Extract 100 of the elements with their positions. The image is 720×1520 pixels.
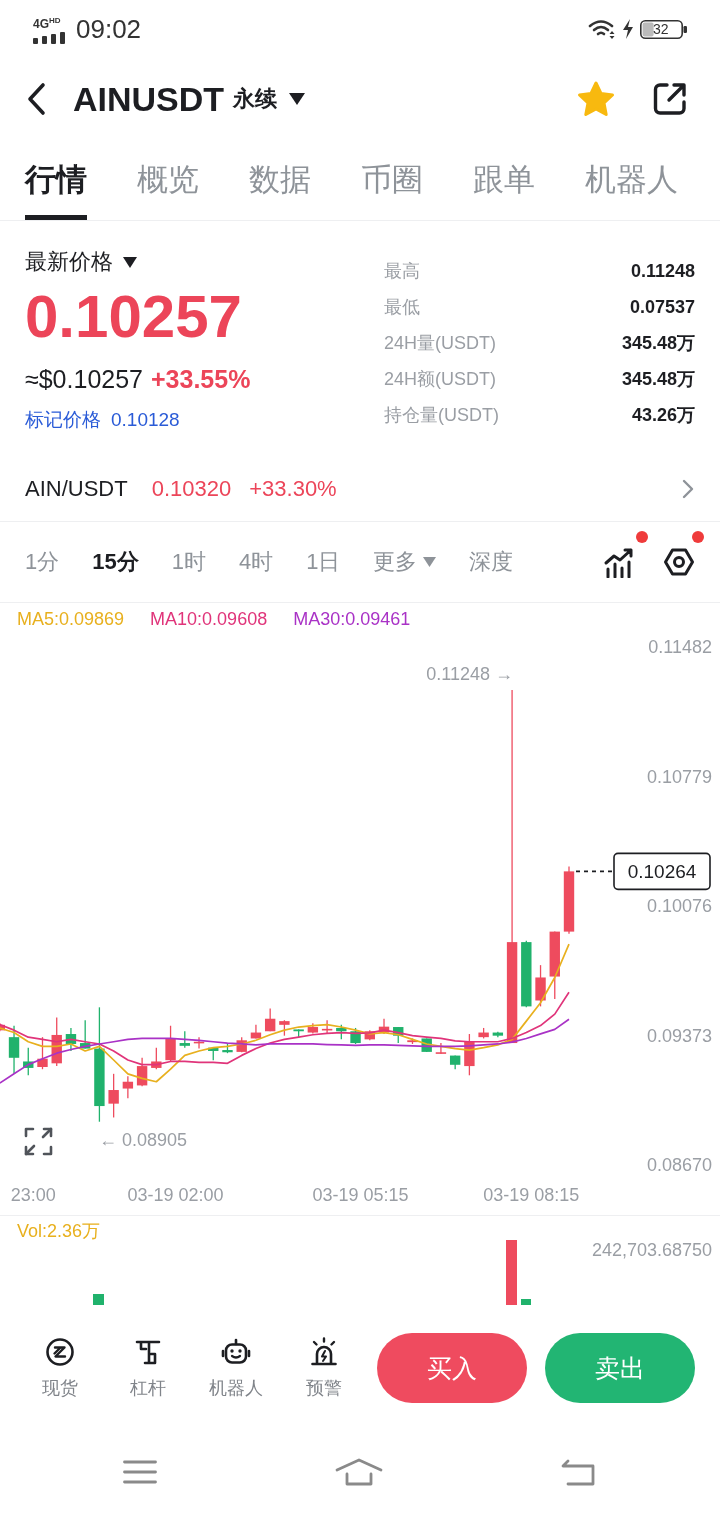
candle (563, 865, 575, 935)
settings-icon[interactable] (663, 546, 695, 578)
time-axis-label: 03-19 02:00 (127, 1185, 224, 1205)
shortcut-label[interactable]: 预警 (306, 1377, 342, 1399)
chevron-right-icon[interactable] (682, 478, 694, 499)
spot-change: +33.30% (249, 475, 337, 502)
tab[interactable]: 数据 (249, 140, 311, 220)
candle (307, 1022, 319, 1035)
candle (165, 1025, 176, 1063)
candle (279, 1019, 290, 1037)
interval-tab[interactable]: 1分 (25, 548, 60, 576)
symbol-title[interactable]: AINUSDT (73, 79, 225, 119)
candle (321, 1019, 333, 1035)
candle (65, 1027, 77, 1052)
stat-value: 345.48万 (621, 368, 695, 391)
battery-percent: 32 (653, 20, 669, 38)
shortcut-label[interactable]: 机器人 (209, 1377, 263, 1399)
alarm-light-icon[interactable] (309, 1337, 339, 1367)
expand-icon[interactable] (24, 1127, 53, 1156)
tab[interactable]: 跟单 (473, 140, 535, 220)
moving-average-legend: MA30:0.09461 (293, 609, 411, 630)
interval-tab[interactable]: 15分 (92, 548, 139, 576)
contract-type-label[interactable]: 永续 (233, 85, 278, 113)
price-axis-label: 0.10779 (646, 766, 712, 787)
mark-price-label: 标记价格 (25, 408, 101, 432)
pair-name[interactable]: AIN/USDT (25, 475, 128, 502)
interval-tab[interactable]: 1日 (306, 548, 341, 576)
candle (108, 1073, 119, 1119)
caret-icon[interactable] (123, 256, 137, 268)
tab[interactable]: 概览 (137, 140, 199, 220)
candle (236, 1036, 247, 1053)
tab[interactable]: 机器人 (585, 140, 678, 220)
price-axis-label: 0.09373 (646, 1025, 712, 1046)
candle (364, 1029, 375, 1041)
clock-time: 09:02 (76, 14, 142, 44)
usd-price: ≈$0.10257 (25, 364, 143, 395)
candle (37, 1036, 48, 1070)
star-icon[interactable] (576, 79, 616, 119)
back-nav-icon[interactable] (560, 1458, 596, 1486)
moving-average-legend: MA10:0.09608 (150, 609, 268, 630)
candle (264, 1007, 276, 1032)
candle (8, 1025, 20, 1075)
volume-label: Vol:2.36万 (17, 1221, 101, 1241)
price-axis-label: 0.11482 (648, 637, 712, 657)
back-icon[interactable] (25, 82, 47, 116)
candle (478, 1027, 489, 1040)
candle (193, 1036, 205, 1050)
candle (378, 1018, 390, 1035)
candle (449, 1054, 461, 1070)
network-label: 4G$^{HD}$ (33, 15, 61, 31)
charging-icon (622, 19, 634, 39)
candle (80, 1019, 91, 1050)
candle (293, 1028, 304, 1038)
price-change: +33.55% (151, 364, 251, 395)
stat-value: 43.26万 (631, 404, 695, 427)
price-leader-line (575, 870, 614, 873)
indicator-chart-icon[interactable] (603, 546, 635, 578)
volume-bar (521, 1299, 531, 1305)
caret-icon[interactable] (289, 93, 306, 105)
interval-tab[interactable]: 深度 (469, 548, 514, 576)
buy-button[interactable]: 买入 (377, 1333, 527, 1403)
share-icon[interactable] (652, 81, 688, 117)
candle (336, 1024, 347, 1040)
volume-bar (506, 1240, 517, 1305)
interval-tab[interactable]: 更多 (373, 548, 437, 576)
spot-price: 0.10320 (151, 475, 232, 502)
spot-icon[interactable] (45, 1337, 75, 1367)
volume-bar (93, 1294, 104, 1305)
menu-icon[interactable] (123, 1460, 157, 1484)
high-price-marker: 0.11248 → (426, 664, 513, 684)
interval-tab[interactable]: 1时 (171, 548, 206, 576)
shortcut-label[interactable]: 杠杆 (130, 1377, 166, 1399)
candle (350, 1027, 361, 1045)
signal-icon (33, 32, 67, 44)
candle (151, 1047, 162, 1070)
candle (0, 1022, 5, 1032)
robot-icon[interactable] (221, 1337, 251, 1367)
candle (421, 1037, 432, 1053)
home-icon[interactable] (334, 1458, 383, 1486)
sell-button[interactable]: 卖出 (545, 1333, 695, 1403)
time-axis-label: 23:00 (10, 1185, 56, 1205)
shortcut-label[interactable]: 现货 (42, 1377, 78, 1399)
candle (122, 1075, 134, 1099)
candle (407, 1037, 418, 1045)
candle (521, 940, 532, 1008)
candle (535, 964, 546, 1008)
stat-label: 24H额(USDT) (384, 368, 496, 391)
candle (250, 1024, 262, 1040)
tab[interactable]: 行情 (25, 140, 87, 220)
time-axis-label: 03-19 08:15 (483, 1185, 580, 1205)
price-type-selector[interactable]: 最新价格 (25, 248, 137, 276)
last-price: 0.10257 (25, 284, 242, 350)
interval-tab[interactable]: 4时 (239, 548, 274, 576)
stat-label: 最高 (384, 260, 420, 283)
candle (492, 1031, 504, 1038)
volume-axis-label: 242,703.68750 (591, 1240, 712, 1260)
low-price-marker: ← 0.08905 (99, 1130, 188, 1150)
candle (222, 1043, 233, 1054)
candle (435, 1042, 447, 1055)
tab[interactable]: 币圈 (361, 140, 423, 220)
